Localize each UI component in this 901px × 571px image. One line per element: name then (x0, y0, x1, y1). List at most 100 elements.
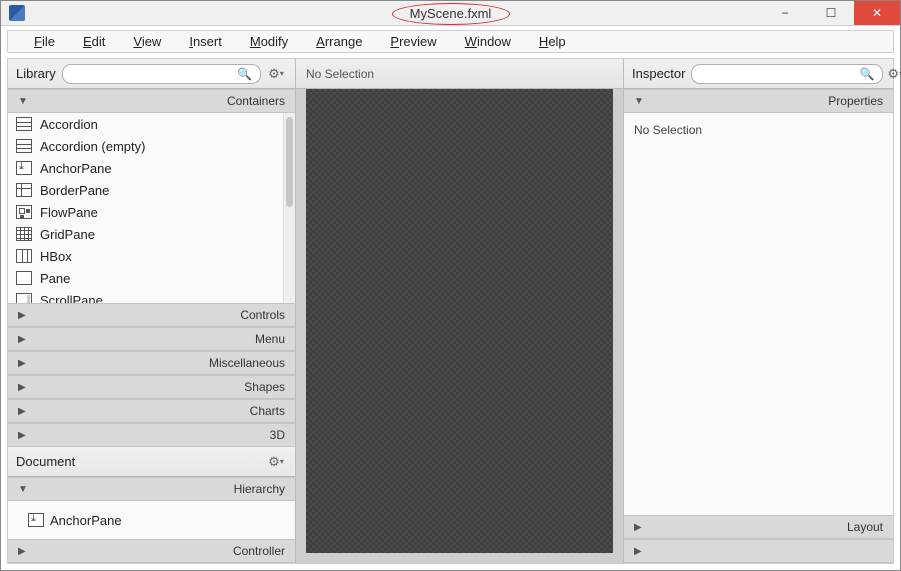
list-item[interactable]: GridPane (8, 223, 295, 245)
container-icon (16, 249, 32, 263)
container-icon (16, 183, 32, 197)
section-label: Shapes (244, 380, 285, 394)
chevron-right-icon: ▶ (18, 334, 32, 345)
chevron-down-icon: ▼ (18, 96, 32, 107)
list-item[interactable]: FlowPane (8, 201, 295, 223)
section-code[interactable]: ▶ (624, 539, 893, 563)
properties-content: No Selection (624, 113, 893, 515)
list-item-label: BorderPane (40, 183, 109, 198)
selection-path: No Selection (306, 67, 374, 81)
design-canvas[interactable] (306, 89, 613, 553)
list-item-label: FlowPane (40, 205, 98, 220)
library-search-input[interactable] (71, 67, 233, 81)
search-icon: 🔍 (859, 67, 874, 81)
minimize-button[interactable]: − (762, 1, 808, 25)
list-item[interactable]: Pane (8, 267, 295, 289)
scrollbar-thumb[interactable] (286, 117, 293, 207)
tree-root-item[interactable]: AnchorPane (18, 509, 285, 531)
list-item[interactable]: Accordion (empty) (8, 135, 295, 157)
chevron-right-icon: ▶ (634, 522, 648, 533)
scrollbar[interactable] (283, 113, 295, 303)
app-window: MyScene.fxml − ☐ ✕ File Edit View Insert… (0, 0, 901, 571)
inspector-title: Inspector (632, 66, 685, 81)
search-icon: 🔍 (237, 67, 252, 81)
section-charts[interactable]: ▶ Charts (8, 399, 295, 423)
section-controller[interactable]: ▶Controller (8, 539, 295, 563)
menu-arrange[interactable]: Arrange (304, 31, 374, 52)
library-search[interactable]: 🔍 (62, 64, 261, 84)
menu-modify[interactable]: Modify (238, 31, 300, 52)
section-properties[interactable]: ▼ Properties (624, 89, 893, 113)
no-selection-text: No Selection (634, 123, 702, 137)
document-header: Document ⚙▾ (8, 447, 295, 477)
section-label: Menu (255, 332, 285, 346)
section-shapes[interactable]: ▶ Shapes (8, 375, 295, 399)
menu-help[interactable]: Help (527, 31, 578, 52)
close-button[interactable]: ✕ (854, 1, 900, 25)
menu-view[interactable]: View (121, 31, 173, 52)
library-menu-button[interactable]: ⚙▾ (265, 66, 287, 82)
list-item[interactable]: BorderPane (8, 179, 295, 201)
container-icon (16, 139, 32, 153)
list-item-label: Pane (40, 271, 70, 286)
chevron-down-icon: ▼ (634, 96, 648, 107)
section-containers[interactable]: ▼ Containers (8, 89, 295, 113)
containers-list: Accordion Accordion (empty) AnchorPane B… (8, 113, 295, 303)
chevron-down-icon: ▼ (18, 484, 32, 495)
list-item-label: Accordion (40, 117, 98, 132)
section-miscellaneous[interactable]: ▶Miscellaneous (8, 351, 295, 375)
container-icon (16, 271, 32, 285)
list-item-label: ScrollPane (40, 293, 103, 304)
inspector-menu-button[interactable]: ⚙▾ (887, 66, 901, 82)
inspector-search-input[interactable] (700, 67, 855, 81)
chevron-right-icon: ▶ (18, 358, 32, 369)
inspector-search[interactable]: 🔍 (691, 64, 883, 84)
containers-scroll[interactable]: Accordion Accordion (empty) AnchorPane B… (8, 113, 295, 303)
list-item[interactable]: AnchorPane (8, 157, 295, 179)
maximize-button[interactable]: ☐ (808, 1, 854, 25)
section-label: Charts (250, 404, 285, 418)
chevron-right-icon: ▶ (18, 546, 32, 557)
section-controls[interactable]: ▶ Controls (8, 303, 295, 327)
list-item-label: AnchorPane (40, 161, 112, 176)
section-label: Controls (240, 308, 285, 322)
container-icon (16, 205, 32, 219)
document-menu-button[interactable]: ⚙▾ (265, 454, 287, 470)
window-title: MyScene.fxml (410, 6, 492, 21)
list-item[interactable]: HBox (8, 245, 295, 267)
chevron-right-icon: ▶ (18, 382, 32, 393)
library-header: Library 🔍 ⚙▾ (8, 59, 295, 89)
section-3d[interactable]: ▶3D (8, 423, 295, 447)
list-item-label: HBox (40, 249, 72, 264)
section-menu[interactable]: ▶ Menu (8, 327, 295, 351)
app-icon (9, 5, 25, 21)
inspector-header: Inspector 🔍 ⚙▾ (624, 59, 893, 89)
list-item[interactable]: ScrollPane (8, 289, 295, 303)
hierarchy-tree: AnchorPane (8, 501, 295, 539)
library-title: Library (16, 66, 56, 81)
chevron-right-icon: ▶ (18, 406, 32, 417)
window-controls: − ☐ ✕ (762, 1, 900, 25)
chevron-right-icon: ▶ (18, 310, 32, 321)
document-title: Document (16, 454, 75, 469)
section-label: Layout (847, 520, 883, 534)
menu-edit[interactable]: Edit (71, 31, 117, 52)
section-label-containers: Containers (227, 94, 285, 108)
menubar: File Edit View Insert Modify Arrange Pre… (7, 30, 894, 53)
section-hierarchy[interactable]: ▼Hierarchy (8, 477, 295, 501)
menu-file[interactable]: File (22, 31, 67, 52)
left-column: Library 🔍 ⚙▾ ▼ Containers Accordion Acco… (8, 59, 296, 563)
menu-window[interactable]: Window (453, 31, 523, 52)
menu-insert[interactable]: Insert (177, 31, 234, 52)
chevron-right-icon: ▶ (634, 546, 648, 557)
container-icon (16, 227, 32, 241)
titlebar: MyScene.fxml − ☐ ✕ (1, 1, 900, 26)
container-icon (16, 161, 32, 175)
anchorpane-icon (28, 513, 44, 527)
list-item[interactable]: Accordion (8, 113, 295, 135)
menu-preview[interactable]: Preview (378, 31, 448, 52)
section-label: Properties (828, 94, 883, 108)
right-column: Inspector 🔍 ⚙▾ ▼Properties No Selection … (623, 59, 893, 563)
section-layout[interactable]: ▶ Layout (624, 515, 893, 539)
list-item-label: GridPane (40, 227, 95, 242)
